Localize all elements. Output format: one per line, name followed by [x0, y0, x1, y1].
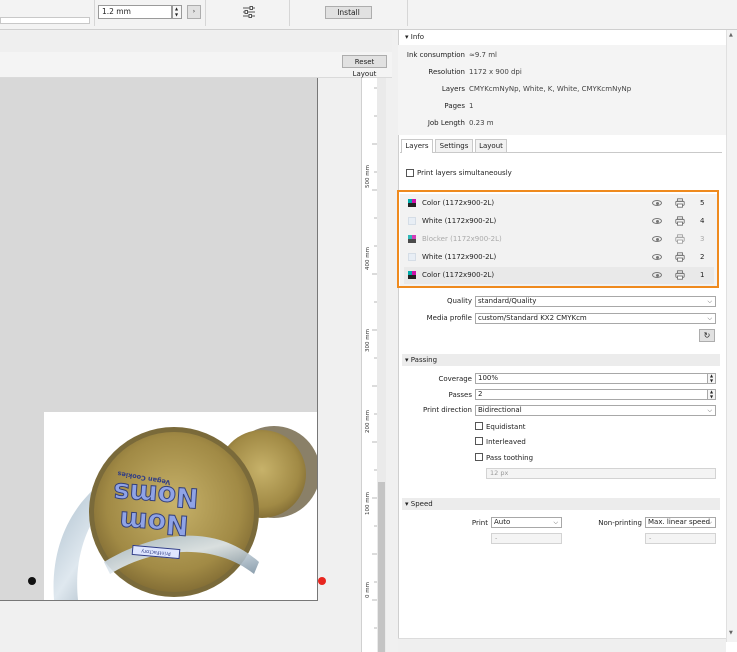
panel-scrollbar[interactable]: ▲ ▼	[726, 30, 737, 642]
ruler-label: 100 mm	[365, 492, 371, 515]
toolbar-separator	[289, 0, 290, 26]
info-section-header[interactable]: ▾ Info	[402, 31, 720, 43]
bed-edge-line	[317, 78, 318, 600]
print-speed-select[interactable]: Auto ⌵	[491, 517, 562, 528]
panel-footer	[398, 638, 726, 652]
chevron-down-icon: ⌵	[707, 407, 712, 414]
coverage-label: Coverage	[438, 375, 472, 383]
collapse-triangle-icon: ▾	[405, 356, 409, 364]
margin-stepper-input[interactable]: 1.2 mm	[98, 5, 172, 19]
margin-stepper-spin[interactable]	[172, 5, 182, 19]
ruler-label: 200 mm	[365, 410, 371, 433]
layers-highlight-box	[397, 190, 719, 288]
nonprint-speed-value: Max. linear speed	[648, 518, 711, 526]
media-profile-value: custom/Standard KX2 CMYKcm	[478, 314, 587, 322]
quality-select[interactable]: standard/Quality ⌵	[475, 296, 716, 307]
passing-heading: Passing	[410, 356, 438, 364]
info-label: Resolution	[428, 68, 465, 76]
coverage-value: 100%	[478, 374, 499, 382]
info-value: CMYKcmNyNp, White, K, White, CMYKcmNyNp	[469, 85, 632, 93]
print-speed-detail: -	[491, 533, 562, 544]
media-profile-label: Media profile	[426, 314, 472, 322]
toothing-input[interactable]: 12 px	[486, 468, 716, 479]
coverage-stepper[interactable]: ▲ ▼	[707, 373, 715, 383]
info-label: Pages	[444, 102, 465, 110]
chevron-down-icon: ⌵	[707, 519, 712, 526]
passes-label: Passes	[448, 391, 472, 399]
refresh-icon[interactable]: ↻	[699, 329, 715, 342]
passes-stepper[interactable]: ▲ ▼	[707, 389, 715, 399]
scroll-down-arrow-icon[interactable]: ▼	[729, 630, 733, 636]
tab-layers[interactable]: Layers	[401, 139, 433, 153]
nonprint-speed-select[interactable]: Max. linear speed ⌵	[645, 517, 716, 528]
equidistant-label: Equidistant	[486, 423, 526, 431]
toolbar-separator	[407, 0, 408, 26]
print-direction-select[interactable]: Bidirectional ⌵	[475, 405, 716, 416]
info-heading: Info	[410, 33, 424, 41]
canvas-header-strip	[0, 31, 392, 52]
toolbar-separator	[205, 0, 206, 26]
registration-marker-left	[28, 577, 36, 585]
pass-toothing-checkbox[interactable]	[475, 453, 483, 461]
info-label: Job Length	[427, 119, 465, 127]
speed-heading: Speed	[410, 500, 433, 508]
artwork-image[interactable]: Nom Noms Vegan Cookies PrintFactory	[44, 412, 317, 600]
speed-section-header[interactable]: ▾ Speed	[402, 498, 720, 510]
print-direction-label: Print direction	[422, 406, 472, 414]
passes-input[interactable]: 2 ▲ ▼	[475, 389, 716, 400]
coverage-input[interactable]: 100% ▲ ▼	[475, 373, 716, 384]
media-profile-select[interactable]: custom/Standard KX2 CMYKcm ⌵	[475, 313, 716, 324]
canvas-bottom-area	[0, 600, 361, 652]
quality-value: standard/Quality	[478, 297, 537, 305]
ruler-label: 400 mm	[365, 247, 371, 270]
tab-settings[interactable]: Settings	[435, 139, 473, 152]
nonprint-speed-label: Non-printing	[598, 519, 642, 527]
sliders-icon[interactable]	[242, 5, 256, 19]
canvas-toolbar	[0, 52, 392, 78]
collapse-triangle-icon: ▾	[405, 500, 409, 508]
install-button[interactable]: Install	[325, 6, 372, 19]
ruler-label: 500 mm	[365, 165, 371, 188]
apply-arrow-button[interactable]: ›	[187, 5, 201, 19]
scroll-up-arrow-icon[interactable]: ▲	[729, 32, 733, 38]
print-direction-value: Bidirectional	[478, 406, 522, 414]
quality-label: Quality	[446, 297, 472, 305]
registration-marker-right	[318, 577, 326, 585]
equidistant-checkbox[interactable]	[475, 422, 483, 430]
info-label: Ink consumption	[406, 51, 465, 59]
bed-bottom-line	[0, 600, 318, 601]
print-simultaneously-label: Print layers simultaneously	[417, 169, 512, 177]
collapse-triangle-icon: ▾	[405, 33, 409, 41]
passes-value: 2	[478, 390, 483, 398]
print-speed-label: Print	[471, 519, 488, 527]
info-value: ≈9.7 ml	[469, 51, 497, 59]
top-toolbar: 1.2 mm › Install	[0, 0, 737, 30]
print-simultaneously-checkbox[interactable]	[406, 169, 414, 177]
artwork-title: Nom Noms	[112, 476, 200, 541]
toolbar-field-left[interactable]	[0, 17, 90, 24]
chevron-down-icon: ⌵	[707, 315, 712, 322]
toolbar-separator	[94, 0, 95, 26]
chevron-down-icon: ⌵	[553, 519, 558, 526]
info-label: Layers	[441, 85, 465, 93]
passing-section-header[interactable]: ▾ Passing	[402, 354, 720, 366]
tab-layout[interactable]: Layout	[475, 139, 507, 152]
ruler-label: 300 mm	[365, 329, 371, 352]
pass-toothing-label: Pass toothing	[486, 454, 534, 462]
info-value: 1172 x 900 dpi	[469, 68, 522, 76]
info-value: 1	[469, 102, 474, 110]
interleaved-checkbox[interactable]	[475, 437, 483, 445]
interleaved-label: Interleaved	[486, 438, 526, 446]
nonprint-speed-detail: -	[645, 533, 716, 544]
print-speed-value: Auto	[494, 518, 511, 526]
ruler-label: 0 mm	[365, 582, 371, 598]
info-value: 0.23 m	[469, 119, 494, 127]
canvas-scrollbar-thumb[interactable]	[378, 482, 385, 652]
chevron-down-icon: ⌵	[707, 298, 712, 305]
